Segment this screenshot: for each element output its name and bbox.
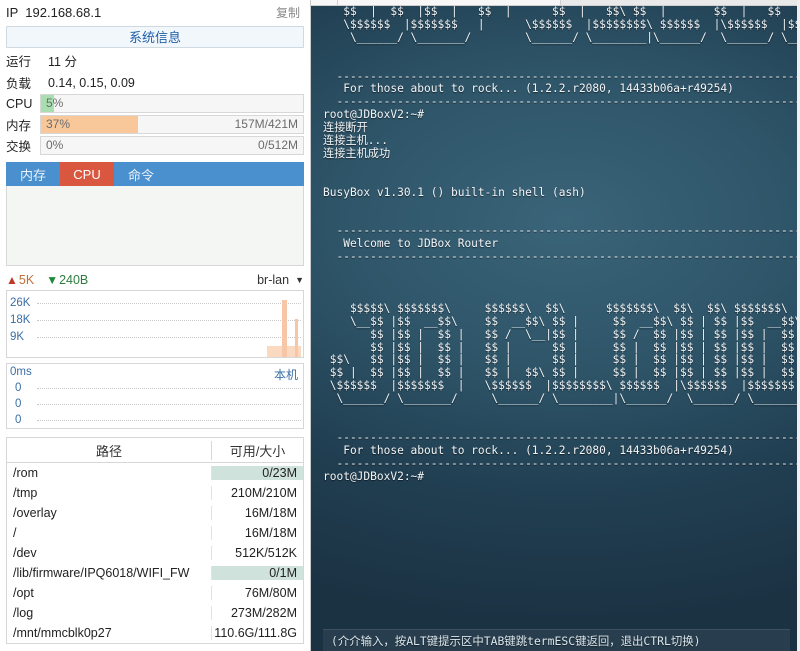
table-header-row: 路径 可用/大小 xyxy=(7,438,303,463)
latency-target-label: 本机 xyxy=(273,368,298,382)
ip-label: IP xyxy=(6,4,19,20)
system-info-button[interactable]: 系统信息 xyxy=(6,26,304,48)
swap-meter-row: 交换 0% 0/512M xyxy=(0,134,310,155)
swap-meter-percent: 0% xyxy=(46,138,64,152)
load-row: 负载 0.14, 0.15, 0.09 xyxy=(0,70,310,92)
cpu-meter-label: CPU xyxy=(6,96,33,111)
grid-line xyxy=(37,388,301,389)
grid-line xyxy=(37,320,301,321)
latency-y-label-0: 0 xyxy=(15,382,22,394)
table-row[interactable]: /log 273M/282M xyxy=(7,603,303,623)
table-row[interactable]: / 16M/18M xyxy=(7,523,303,543)
terminal-panel[interactable]: $$ | $$ |$$ | $$ | $$ | $$\ $$ | $$ | $$… xyxy=(311,0,800,651)
cpu-meter-row: CPU 5% xyxy=(0,92,310,113)
cell-path: /overlay xyxy=(13,506,57,520)
upload-rate: 5K xyxy=(18,273,35,287)
swap-meter-label: 交换 xyxy=(6,140,32,154)
cell-size: 0/1M xyxy=(211,566,303,580)
download-rate: 240B xyxy=(59,273,89,287)
memory-meter: 37% 157M/421M xyxy=(40,115,304,134)
uptime-label: 运行 xyxy=(6,55,32,69)
cell-size: 210M/210M xyxy=(211,486,303,500)
table-row[interactable]: /dev 512K/512K xyxy=(7,543,303,563)
table-row[interactable]: /overlay 16M/18M xyxy=(7,503,303,523)
interface-selector[interactable]: br-lan ▼ xyxy=(257,273,304,287)
tab-memory[interactable]: 内存 xyxy=(6,162,60,186)
cpu-meter-percent: 5% xyxy=(46,96,64,110)
tab-cpu[interactable]: CPU xyxy=(60,162,114,186)
latency-y-label-2: 0 xyxy=(15,414,22,426)
network-bar xyxy=(294,318,298,357)
grid-line xyxy=(37,303,301,304)
network-stats-header: ▲ 5K ▼ 240B br-lan ▼ xyxy=(6,271,304,289)
cpu-meter: 5% xyxy=(40,94,304,113)
load-value: 0.14, 0.15, 0.09 xyxy=(48,75,135,90)
grid-line xyxy=(37,420,301,421)
terminal-input-hint: (介介输入，按ALT键提示区中TAB键跳termESC键返回，退出CTRL切换) xyxy=(331,634,701,648)
table-row[interactable]: /mnt/mmcblk0p27 110.6G/111.8G xyxy=(7,623,303,643)
memory-meter-row: 内存 37% 157M/421M xyxy=(0,113,310,134)
cell-size: 110.6G/111.8G xyxy=(211,626,303,640)
cell-path: /opt xyxy=(13,586,34,600)
cell-size: 273M/282M xyxy=(211,606,303,620)
uptime-row: 运行 11 分 xyxy=(0,48,310,70)
cell-path: /lib/firmware/IPQ6018/WIFI_FW xyxy=(13,566,190,580)
cell-size: 16M/18M xyxy=(211,506,303,520)
terminal-input[interactable]: (介介输入，按ALT键提示区中TAB键跳termESC键返回，退出CTRL切换) xyxy=(323,629,790,651)
network-y-label-0: 26K xyxy=(10,297,31,309)
network-y-label-1: 18K xyxy=(10,314,31,326)
memory-meter-detail: 157M/421M xyxy=(234,117,298,131)
table-row[interactable]: /rom 0/23M xyxy=(7,463,303,483)
chevron-down-icon: ▼ xyxy=(295,275,304,285)
table-row[interactable]: /opt 76M/80M xyxy=(7,583,303,603)
app-window: IP 192.168.68.1 复制 系统信息 运行 11 分 负载 0.14,… xyxy=(0,0,800,651)
latency-unit-label: 0ms xyxy=(10,366,32,378)
cell-path: /mnt/mmcblk0p27 xyxy=(13,626,112,640)
uptime-value: 11 分 xyxy=(48,55,77,69)
memory-meter-label: 内存 xyxy=(6,119,32,133)
swap-meter: 0% 0/512M xyxy=(40,136,304,155)
cell-size: 512K/512K xyxy=(211,546,303,560)
ip-row: IP 192.168.68.1 复制 xyxy=(0,0,310,22)
cell-path: /log xyxy=(13,606,34,620)
cell-path: /tmp xyxy=(13,486,38,500)
cell-path: /dev xyxy=(13,546,37,560)
latency-y-label-1: 0 xyxy=(15,398,22,410)
swap-meter-detail: 0/512M xyxy=(257,138,298,152)
table-row[interactable]: /tmp 210M/210M xyxy=(7,483,303,503)
table-body: /rom 0/23M/tmp 210M/210M/overlay 16M/18M / 16… xyxy=(7,463,303,643)
ip-value: 192.168.68.1 xyxy=(25,4,102,20)
filesystem-table: 路径 可用/大小 /rom 0/23M/tmp 210M/210M/overlay 1… xyxy=(6,437,304,644)
cell-path: / xyxy=(13,526,17,540)
cell-path: /rom xyxy=(13,466,38,480)
upload-arrow-icon: ▲ xyxy=(6,273,18,287)
cell-size: 0/23M xyxy=(211,466,303,480)
memory-meter-percent: 37% xyxy=(46,117,71,131)
latency-graph: 0ms 本机 0 0 0 xyxy=(6,363,304,429)
network-bar xyxy=(282,300,288,357)
tab-content-area xyxy=(6,186,304,266)
terminal-output-area[interactable]: $$ | $$ |$$ | $$ | $$ | $$\ $$ | $$ | $$… xyxy=(311,0,800,651)
interface-name: br-lan xyxy=(257,273,290,287)
left-status-panel: IP 192.168.68.1 复制 系统信息 运行 11 分 负载 0.14,… xyxy=(0,0,311,651)
panel-tabs: 内存 CPU 命令 xyxy=(6,162,304,186)
cell-size: 16M/18M xyxy=(211,526,303,540)
copy-button[interactable]: 复制 xyxy=(272,3,304,22)
table-row[interactable]: /lib/firmware/IPQ6018/WIFI_FW 0/1M xyxy=(7,563,303,583)
network-traffic-graph: 26K 18K 9K xyxy=(6,290,304,358)
terminal-output-text: $$ | $$ |$$ | $$ | $$ | $$\ $$ | $$ | $$… xyxy=(323,5,800,483)
load-label: 负载 xyxy=(6,77,32,91)
grid-line xyxy=(37,404,301,405)
tab-command[interactable]: 命令 xyxy=(114,162,168,186)
network-y-label-2: 9K xyxy=(10,331,25,343)
grid-line xyxy=(37,337,301,338)
cell-size: 76M/80M xyxy=(211,586,303,600)
column-header-path: 路径 xyxy=(95,443,122,459)
column-header-size: 可用/大小 xyxy=(211,440,303,460)
download-arrow-icon: ▼ xyxy=(46,273,59,287)
